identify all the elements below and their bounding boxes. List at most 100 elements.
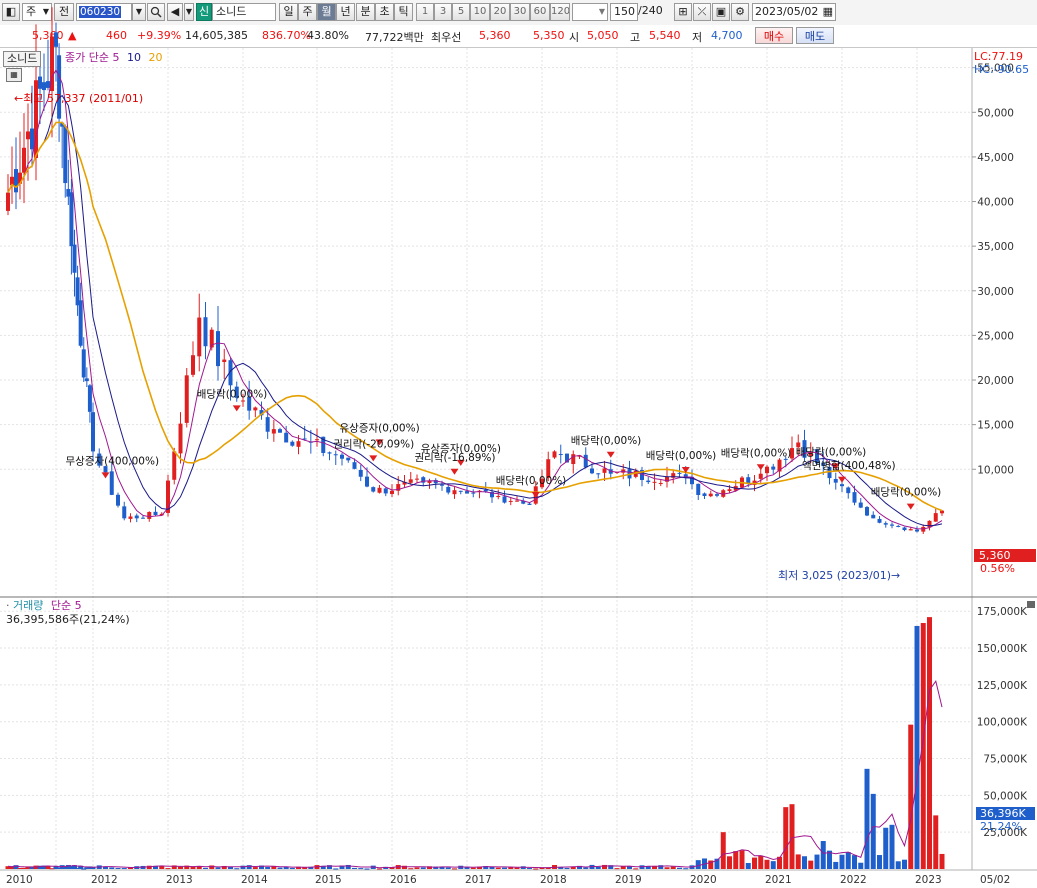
last-price-pct: 0.56% bbox=[980, 562, 1015, 575]
volume-bar bbox=[209, 865, 215, 869]
candle-body bbox=[496, 496, 501, 498]
candle-body bbox=[677, 472, 682, 474]
volume-tick-label: 150,000K bbox=[977, 643, 1028, 655]
price-tick-label: 40,000 bbox=[977, 197, 1014, 209]
candle-body bbox=[91, 412, 95, 452]
candle-body bbox=[746, 477, 751, 484]
candle-body bbox=[26, 131, 30, 140]
volume-bar bbox=[814, 854, 820, 869]
candle-body bbox=[558, 454, 563, 456]
volume-bar bbox=[908, 724, 914, 869]
volume-ma-label: 단순 5 bbox=[50, 599, 82, 612]
volume-bar bbox=[783, 807, 789, 869]
candle-body bbox=[278, 429, 282, 433]
candle-body bbox=[81, 349, 86, 378]
candle-body bbox=[6, 192, 10, 211]
volume-bar bbox=[770, 861, 776, 869]
price-tick-label: 30,000 bbox=[977, 286, 1014, 298]
volume-bar bbox=[165, 868, 171, 870]
candle-body bbox=[590, 468, 594, 474]
volume-bar bbox=[452, 868, 457, 870]
candle-body bbox=[340, 454, 344, 459]
candle-body bbox=[858, 502, 863, 508]
price-tick-label: 35,000 bbox=[977, 241, 1014, 253]
volume-bar bbox=[215, 867, 221, 869]
time-axis-label: 2015 bbox=[315, 874, 342, 886]
price-panel-tag[interactable]: 소니드 bbox=[3, 51, 42, 67]
time-axis-label: 2013 bbox=[166, 874, 193, 886]
volume-bar bbox=[595, 866, 601, 869]
left-arrow-icon: ← bbox=[14, 92, 24, 105]
volume-bar bbox=[414, 867, 420, 869]
candle-body bbox=[296, 441, 301, 447]
candle-body bbox=[471, 492, 476, 494]
candle-body bbox=[852, 492, 857, 503]
candle-body bbox=[658, 482, 663, 484]
lc-label: LC:77.19 bbox=[974, 50, 1024, 63]
volume-bar bbox=[364, 868, 370, 870]
candle-body bbox=[22, 147, 26, 173]
candle-body bbox=[465, 491, 469, 494]
candle-body bbox=[54, 32, 58, 47]
candle-body bbox=[290, 441, 295, 446]
volume-bar bbox=[333, 868, 339, 870]
volume-bar bbox=[564, 867, 570, 869]
calculator-icon[interactable]: ▦ bbox=[6, 68, 22, 82]
time-axis-label: 2012 bbox=[91, 874, 118, 886]
volume-panel-title: 거래량 bbox=[13, 599, 44, 612]
candle-body bbox=[116, 494, 120, 506]
candle-body bbox=[178, 423, 183, 454]
candle-body bbox=[172, 451, 177, 480]
volume-bar bbox=[109, 867, 115, 869]
volume-tick-label: 175,000K bbox=[977, 606, 1028, 618]
price-panel-legend: · 종가 단순 5 10 20 bbox=[58, 51, 162, 65]
price-tick-label: 25,000 bbox=[977, 330, 1014, 342]
candle-body bbox=[846, 487, 851, 494]
volume-bar bbox=[802, 856, 807, 869]
price-tick-label: 45,000 bbox=[977, 152, 1014, 164]
candle-body bbox=[883, 523, 888, 525]
candle-body bbox=[78, 300, 83, 346]
event-annotation: 무상증자(400,00%) bbox=[66, 455, 160, 467]
volume-bar bbox=[745, 863, 751, 869]
volume-bar bbox=[683, 868, 689, 870]
last-volume-tag: 36,396K bbox=[976, 807, 1035, 820]
volume-bar bbox=[883, 827, 889, 869]
volume-bar bbox=[470, 867, 476, 869]
volume-bar bbox=[839, 854, 845, 869]
time-axis-label: 2017 bbox=[465, 874, 492, 886]
event-annotation: 유상증자(0,00%) bbox=[340, 422, 420, 434]
candle-body bbox=[602, 468, 607, 473]
candle-body bbox=[765, 466, 769, 474]
candle-body bbox=[87, 385, 92, 412]
volume-bar bbox=[495, 867, 501, 869]
stock-chart[interactable]: 무상증자(400,00%) 배당락(0,00%) 유상증자(0,00%) 권리락(-2… bbox=[0, 0, 1037, 888]
volume-bar bbox=[190, 867, 196, 869]
time-axis-label: 2019 bbox=[615, 874, 642, 886]
event-annotation: 배당락(0,00%) bbox=[721, 447, 792, 459]
panel-close-icon[interactable] bbox=[1027, 601, 1035, 608]
candle-body bbox=[30, 128, 34, 150]
candle-body bbox=[63, 126, 68, 184]
volume-bar bbox=[677, 867, 682, 869]
candle-body bbox=[727, 489, 732, 491]
candle-body bbox=[253, 407, 258, 411]
volume-bar bbox=[902, 859, 907, 869]
candle-body bbox=[408, 479, 413, 483]
candle-body bbox=[446, 486, 451, 493]
volume-bar bbox=[277, 867, 283, 869]
volume-bar bbox=[864, 768, 870, 869]
candle-body bbox=[840, 484, 844, 487]
volume-tick-label: 75,000K bbox=[983, 754, 1028, 766]
candle-body bbox=[271, 429, 276, 434]
volume-bar bbox=[246, 865, 252, 869]
candle-body bbox=[241, 400, 245, 402]
all-time-high-label: 최고 57,337 (2011/01) bbox=[23, 92, 144, 105]
volume-bar bbox=[789, 804, 795, 869]
candle-body bbox=[708, 493, 713, 497]
event-annotation: 배당락(0,00%) bbox=[796, 446, 867, 458]
volume-bar bbox=[377, 868, 382, 870]
volume-bar bbox=[820, 841, 826, 869]
candle-body bbox=[390, 490, 394, 495]
volume-bar bbox=[858, 862, 864, 869]
